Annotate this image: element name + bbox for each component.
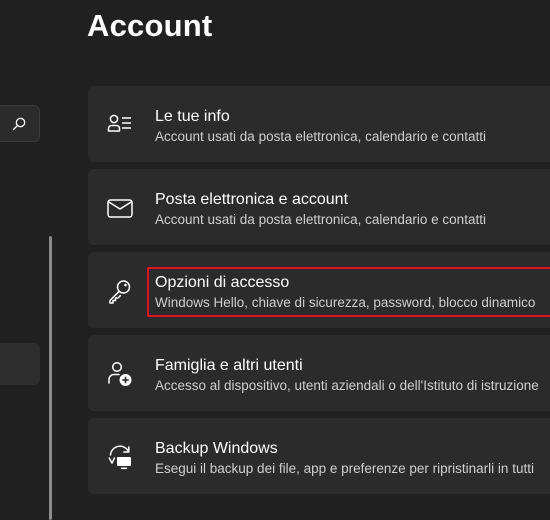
card-sign-in-options[interactable]: Opzioni di accesso Windows Hello, chiave… (88, 252, 550, 328)
person-details-icon (107, 114, 131, 132)
card-email-accounts[interactable]: Posta elettronica e account Account usat… (88, 169, 550, 245)
mail-icon (107, 199, 133, 218)
card-title: Backup Windows (155, 440, 278, 457)
family-add-icon (108, 361, 132, 386)
page-title: Account (87, 8, 213, 43)
search-box[interactable] (0, 105, 40, 142)
selected-nav-item[interactable] (0, 343, 40, 385)
card-subtitle: Esegui il backup dei file, app e prefere… (155, 461, 534, 476)
search-icon[interactable] (11, 116, 27, 132)
card-windows-backup[interactable]: Backup Windows Esegui il backup dei file… (88, 418, 550, 494)
card-title: Famiglia e altri utenti (155, 357, 303, 374)
card-title: Le tue info (155, 108, 230, 125)
card-subtitle: Account usati da posta elettronica, cale… (155, 129, 486, 144)
card-subtitle: Accesso al dispositivo, utenti aziendali… (155, 378, 539, 393)
card-subtitle: Account usati da posta elettronica, cale… (155, 212, 486, 227)
key-icon (109, 280, 131, 304)
settings-list: Le tue info Account usati da posta elett… (88, 86, 550, 501)
card-your-info[interactable]: Le tue info Account usati da posta elett… (88, 86, 550, 162)
card-title: Posta elettronica e account (155, 191, 349, 208)
highlight-box (147, 267, 550, 317)
navigation-pane (0, 0, 60, 520)
backup-icon (108, 445, 131, 470)
card-family-users[interactable]: Famiglia e altri utenti Accesso al dispo… (88, 335, 550, 411)
scrollbar[interactable] (49, 236, 52, 520)
